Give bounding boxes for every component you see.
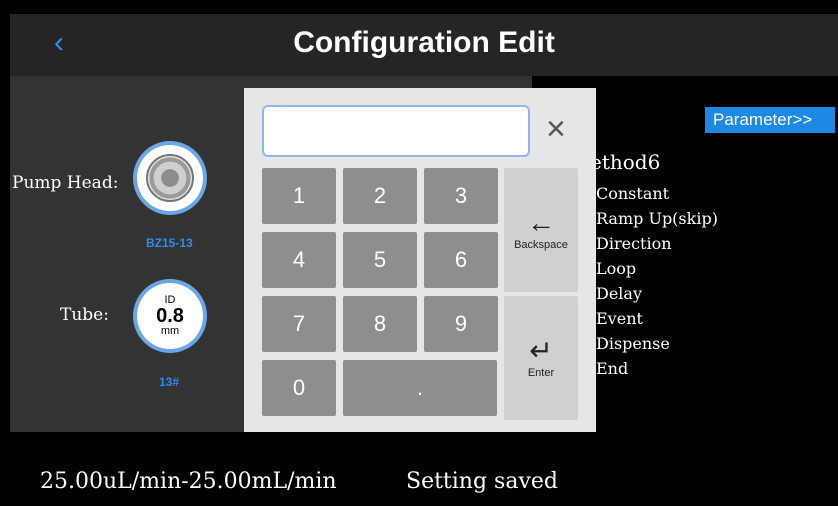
- method-item-end[interactable]: End: [596, 359, 628, 378]
- pump-head-selector[interactable]: [137, 145, 203, 211]
- method-title: ethod6: [590, 150, 661, 174]
- method-item-loop[interactable]: Loop: [596, 259, 636, 278]
- backspace-label: Backspace: [514, 239, 568, 251]
- tube-selector[interactable]: ID 0.8 mm: [137, 283, 203, 349]
- key-1[interactable]: 1: [262, 168, 336, 224]
- key-5[interactable]: 5: [343, 232, 417, 288]
- tube-info: ID 0.8 mm: [156, 295, 184, 337]
- key-decimal[interactable]: .: [343, 360, 497, 416]
- close-icon[interactable]: ×: [546, 112, 566, 146]
- flow-range-text: 25.00uL/min-25.00mL/min: [40, 469, 337, 494]
- pump-head-icon: [146, 154, 194, 202]
- backspace-arrow-icon: ←: [527, 207, 555, 238]
- page-title: Configuration Edit: [293, 26, 555, 59]
- method-item-ramp-up[interactable]: Ramp Up(skip): [596, 209, 718, 228]
- method-item-delay[interactable]: Delay: [596, 284, 642, 303]
- key-4[interactable]: 4: [262, 232, 336, 288]
- method-item-direction[interactable]: Direction: [596, 234, 672, 253]
- key-6[interactable]: 6: [424, 232, 498, 288]
- enter-label: Enter: [527, 367, 555, 379]
- tube-diameter-value: 0.8: [156, 305, 184, 327]
- key-8[interactable]: 8: [343, 296, 417, 352]
- tube-unit: mm: [160, 325, 180, 337]
- key-7[interactable]: 7: [262, 296, 336, 352]
- header: ‹ Configuration Edit: [10, 14, 838, 76]
- key-9[interactable]: 9: [424, 296, 498, 352]
- pump-head-label: Pump Head:: [12, 173, 119, 193]
- backspace-button[interactable]: ← Backspace: [504, 168, 578, 292]
- method-item-constant[interactable]: Constant: [596, 184, 669, 203]
- key-0[interactable]: 0: [262, 360, 336, 416]
- numeric-keypad: × 1 2 3 4 5 6 7 8 9 0 . ← Backspace ↵ En…: [244, 88, 596, 438]
- key-3[interactable]: 3: [424, 168, 498, 224]
- method-item-event[interactable]: Event: [596, 309, 643, 328]
- parameter-button[interactable]: Parameter>>: [705, 107, 835, 133]
- tube-label: Tube:: [60, 305, 109, 325]
- enter-button[interactable]: ↵ Enter: [504, 296, 578, 420]
- key-2[interactable]: 2: [343, 168, 417, 224]
- tube-number: 13#: [159, 375, 180, 389]
- enter-arrow-icon: ↵: [529, 335, 553, 366]
- status-message: Setting saved: [406, 469, 558, 494]
- status-bar: 25.00uL/min-25.00mL/min Setting saved: [10, 432, 838, 506]
- pump-model: BZ15-13: [146, 236, 193, 250]
- method-item-dispense[interactable]: Dispense: [596, 334, 670, 353]
- keypad-input[interactable]: [262, 105, 530, 157]
